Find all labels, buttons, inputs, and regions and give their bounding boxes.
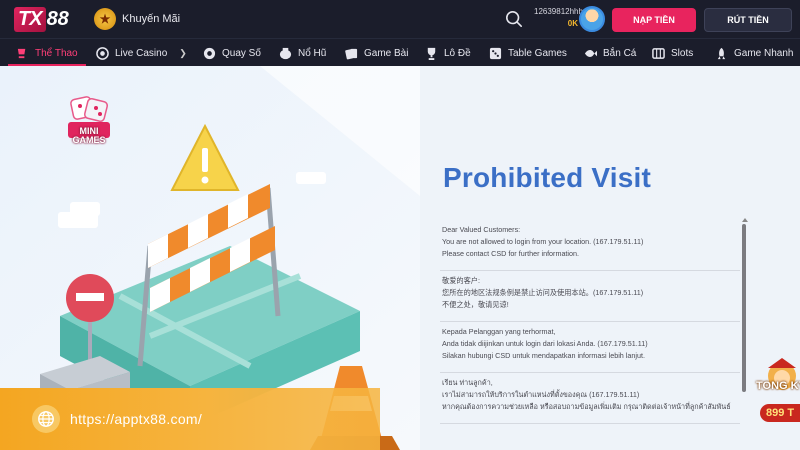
- message-line: 敬爱的客户:: [442, 276, 480, 285]
- nav-item-live-casino[interactable]: Live Casino ❯: [96, 39, 187, 67]
- site-url[interactable]: https://apptx88.com/: [70, 411, 202, 427]
- nav-label: Lô Đề: [444, 47, 471, 59]
- cards-icon: [345, 48, 358, 59]
- globe-icon-wrap: [32, 405, 60, 433]
- nav-label: Nổ Hũ: [298, 47, 327, 59]
- nav-item-sports[interactable]: Thể Thao: [8, 39, 86, 67]
- dice-icon: [489, 47, 502, 59]
- withdraw-button[interactable]: RÚT TIỀN: [704, 8, 792, 32]
- gift-icon: ★: [94, 8, 116, 30]
- logo-mark: TX: [14, 6, 46, 32]
- nav-item-table-games[interactable]: Table Games: [489, 39, 567, 67]
- message-line: 您所在的地区法规条例是禁止访问及使用本站。(167.179.51.11): [442, 288, 644, 297]
- message-line: หากคุณต้องการความช่วยเหลือ หรือสอบถามข้อ…: [442, 402, 731, 411]
- mini-games-label: MINI GAMES: [72, 126, 106, 145]
- nav-label: Quay Số: [222, 47, 261, 59]
- main-nav: Thể Thao Live Casino ❯ Quay Số Nổ Hũ Gam…: [0, 38, 800, 67]
- message-indonesian: Kepada Pelanggan yang terhormat, Anda ti…: [440, 322, 740, 373]
- trophy-icon: [427, 47, 436, 60]
- slots-icon: [652, 47, 665, 59]
- promo-amount: 899 T: [760, 404, 800, 422]
- url-banner: https://apptx88.com/: [0, 388, 380, 450]
- nav-label: Slots: [671, 47, 694, 59]
- message-line: Anda tidak diijinkan untuk login dari lo…: [442, 339, 648, 348]
- nav-label: Table Games: [508, 47, 567, 59]
- promotions-link[interactable]: ★ Khuyến Mãi: [94, 8, 180, 30]
- message-thai: เรียน ท่านลูกค้า, เราไม่สามารถให้บริการใ…: [440, 373, 740, 424]
- message-panel[interactable]: Dear Valued Customers: You are not allow…: [440, 220, 750, 450]
- message-chinese: 敬爱的客户: 您所在的地区法规条例是禁止访问及使用本站。(167.179.51.…: [440, 271, 740, 322]
- sports-icon: [17, 48, 26, 58]
- nav-label: Game Bài: [364, 47, 409, 59]
- nav-item-lode[interactable]: Lô Đề: [425, 39, 471, 67]
- username: 12639812hhh: [534, 7, 583, 16]
- nav-item-quick-games[interactable]: Game Nhanh: [715, 39, 793, 67]
- chevron-down-icon: ❯: [179, 47, 187, 58]
- scroll-thumb[interactable]: [742, 224, 746, 392]
- jackpot-icon: [279, 47, 292, 59]
- deposit-button[interactable]: NẠP TIỀN: [612, 8, 696, 32]
- fish-icon: [584, 49, 597, 57]
- message-line: เราไม่สามารถให้บริการในตำแหน่งที่ตั้งของ…: [442, 390, 640, 399]
- nav-item-lottery[interactable]: Quay Số: [203, 39, 261, 67]
- scrollbar[interactable]: [742, 218, 748, 450]
- lottery-ball-icon: [203, 47, 216, 59]
- scroll-up-arrow[interactable]: [742, 218, 748, 222]
- message-line: You are not allowed to login from your l…: [442, 237, 644, 246]
- rocket-icon: [717, 47, 726, 59]
- nav-item-slots[interactable]: Slots: [652, 39, 693, 67]
- message-line: Dear Valued Customers:: [442, 225, 521, 234]
- top-header: TX 88 ★ Khuyến Mãi 12639812hhh 0K NẠP TIỀ…: [0, 0, 800, 38]
- page-title: Prohibited Visit: [443, 162, 652, 193]
- promotions-label: Khuyến Mãi: [122, 13, 181, 25]
- message-line: เรียน ท่านลูกค้า,: [442, 378, 493, 387]
- message-english: Dear Valued Customers: You are not allow…: [440, 220, 740, 271]
- nav-label: Bắn Cá: [603, 47, 637, 59]
- character-icon: [768, 358, 796, 390]
- promo-title: TONG KY: [756, 380, 800, 392]
- logo-text: 88: [46, 7, 69, 30]
- nav-item-fish[interactable]: Bắn Cá: [584, 39, 636, 67]
- message-line: Kepada Pelanggan yang terhormat,: [442, 327, 556, 336]
- avatar[interactable]: [579, 6, 605, 32]
- nav-label: Game Nhanh: [734, 47, 794, 59]
- nav-label: Thể Thao: [35, 47, 78, 59]
- balance: 0K: [567, 19, 578, 28]
- casino-chip-icon: [96, 46, 109, 60]
- user-info[interactable]: 12639812hhh 0K: [534, 6, 583, 30]
- event-promo-badge[interactable]: TONG KY 899 T: [748, 358, 800, 428]
- message-line: Please contact CSD for further informati…: [442, 249, 580, 258]
- site-logo[interactable]: TX 88: [14, 6, 69, 32]
- search-icon[interactable]: [505, 10, 523, 28]
- globe-icon: [38, 411, 54, 427]
- nav-item-jackpot[interactable]: Nổ Hũ: [279, 39, 326, 67]
- message-line: Silakan hubungi CSD untuk mendapatkan in…: [442, 351, 645, 360]
- nav-label: Live Casino: [115, 47, 168, 59]
- message-line: 不便之处，敬请见谅!: [442, 300, 509, 309]
- nav-item-card-games[interactable]: Game Bài: [345, 39, 408, 67]
